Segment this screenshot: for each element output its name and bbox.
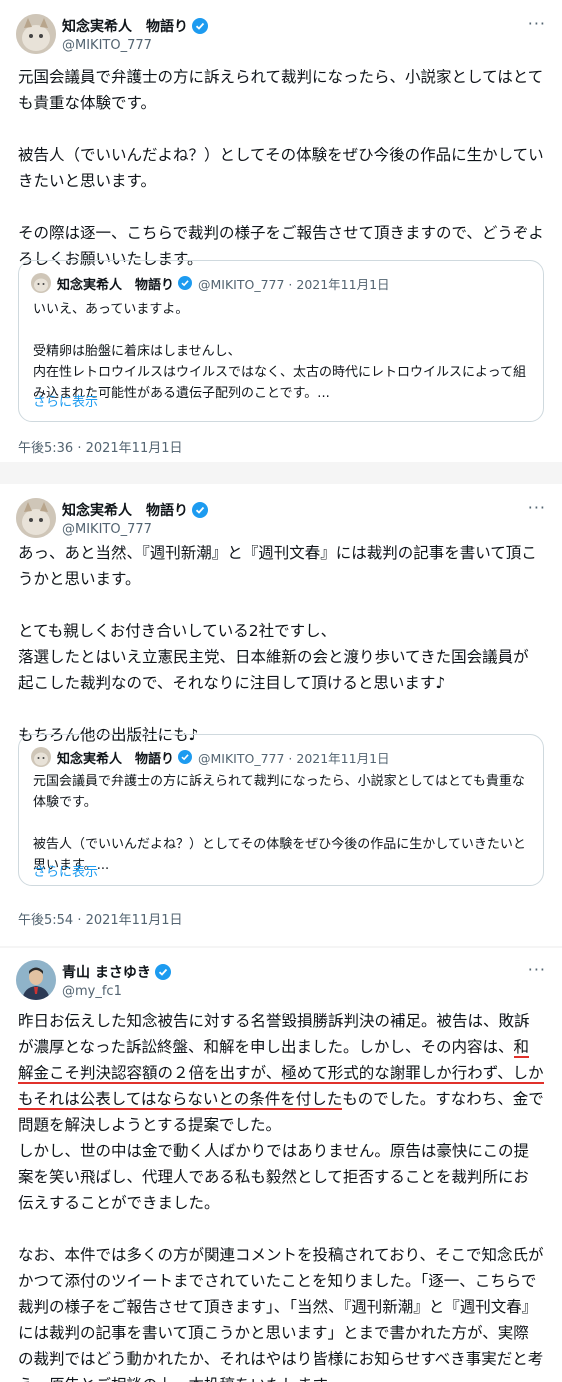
show-more-link[interactable]: さらに表示	[33, 861, 98, 880]
more-options-icon[interactable]: ···	[528, 960, 546, 979]
tweet-3: 青山 まさゆき @my_fc1 ··· 昨日お伝えした知念被告に対する名誉毀損勝…	[0, 948, 562, 1382]
display-name[interactable]: 青山 まさゆき	[62, 962, 151, 982]
verified-badge-icon	[178, 749, 194, 765]
avatar[interactable]	[16, 498, 56, 538]
more-options-icon[interactable]: ···	[528, 498, 546, 517]
tweet-text-paragraph-2: しかし、世の中は金で動く人ばかりではありません。原告は豪快にこの提案を笑い飛ばし…	[18, 1142, 544, 1382]
user-handle[interactable]: @MIKITO_777	[62, 38, 152, 53]
quoted-tweet[interactable]: 知念実希人 物語り @MIKITO_777 · 2021年11月1日 いいえ、あ…	[18, 260, 544, 422]
tweet-text: あっ、あと当然、『週刊新潮』と『週刊文春』には裁判の記事を書いて頂こうかと思いま…	[18, 544, 537, 744]
display-name[interactable]: 知念実希人 物語り	[62, 16, 188, 36]
verified-badge-icon	[192, 18, 208, 34]
quote-display-name: 知念実希人 物語り	[57, 751, 175, 767]
avatar[interactable]	[16, 14, 56, 54]
quote-avatar	[31, 747, 51, 767]
tweet-timestamp[interactable]: 午後5:36 · 2021年11月1日	[18, 437, 183, 456]
user-handle[interactable]: @MIKITO_777	[62, 522, 152, 537]
tweet-timestamp[interactable]: 午後5:54 · 2021年11月1日	[18, 909, 183, 928]
quote-handle-date: @MIKITO_777 · 2021年11月1日	[198, 750, 390, 766]
tweet-header: 青山 まさゆき @my_fc1 ···	[16, 960, 546, 1006]
tweet-text: 元国会議員で弁護士の方に訴えられて裁判になったら、小説家としてはとても貴重な体験…	[18, 68, 544, 268]
verified-badge-icon	[154, 964, 171, 980]
quote-text: 元国会議員で弁護士の方に訴えられて裁判になったら、小説家としてはとても貴重な体験…	[33, 774, 526, 873]
tweet-separator	[0, 462, 562, 484]
user-handle[interactable]: @my_fc1	[62, 984, 122, 999]
quote-text: いいえ、あっていますよ。 受精卵は胎盤に着床はしませんし、 内在性レトロウイルス…	[33, 302, 526, 401]
verified-badge-icon	[192, 502, 208, 518]
more-options-icon[interactable]: ···	[528, 14, 546, 33]
quote-avatar	[31, 273, 51, 293]
avatar[interactable]	[16, 960, 56, 1000]
tweet-text-part: 昨日お伝えした知念被告に対する名誉毀損勝訴判決の補足。被告は、敗訴が濃厚となった…	[18, 1012, 530, 1056]
tweet-header: 知念実希人 物語り @MIKITO_777 ···	[16, 14, 546, 60]
quote-display-name: 知念実希人 物語り	[57, 277, 175, 293]
tweet-1: 知念実希人 物語り @MIKITO_777 ··· 元国会議員で弁護士の方に訴え…	[0, 0, 562, 462]
quote-handle-date: @MIKITO_777 · 2021年11月1日	[198, 276, 390, 292]
quoted-tweet[interactable]: 知念実希人 物語り @MIKITO_777 · 2021年11月1日 元国会議員…	[18, 734, 544, 886]
display-name[interactable]: 知念実希人 物語り	[62, 500, 188, 520]
tweet-text-paragraph-1: 昨日お伝えした知念被告に対する名誉毀損勝訴判決の補足。被告は、敗訴が濃厚となった…	[18, 1008, 544, 1138]
tweet-2: 知念実希人 物語り @MIKITO_777 ··· あっ、あと当然、『週刊新潮』…	[0, 484, 562, 946]
show-more-link[interactable]: さらに表示	[33, 391, 98, 410]
tweet-header: 知念実希人 物語り @MIKITO_777 ···	[16, 498, 546, 544]
verified-badge-icon	[178, 275, 194, 291]
